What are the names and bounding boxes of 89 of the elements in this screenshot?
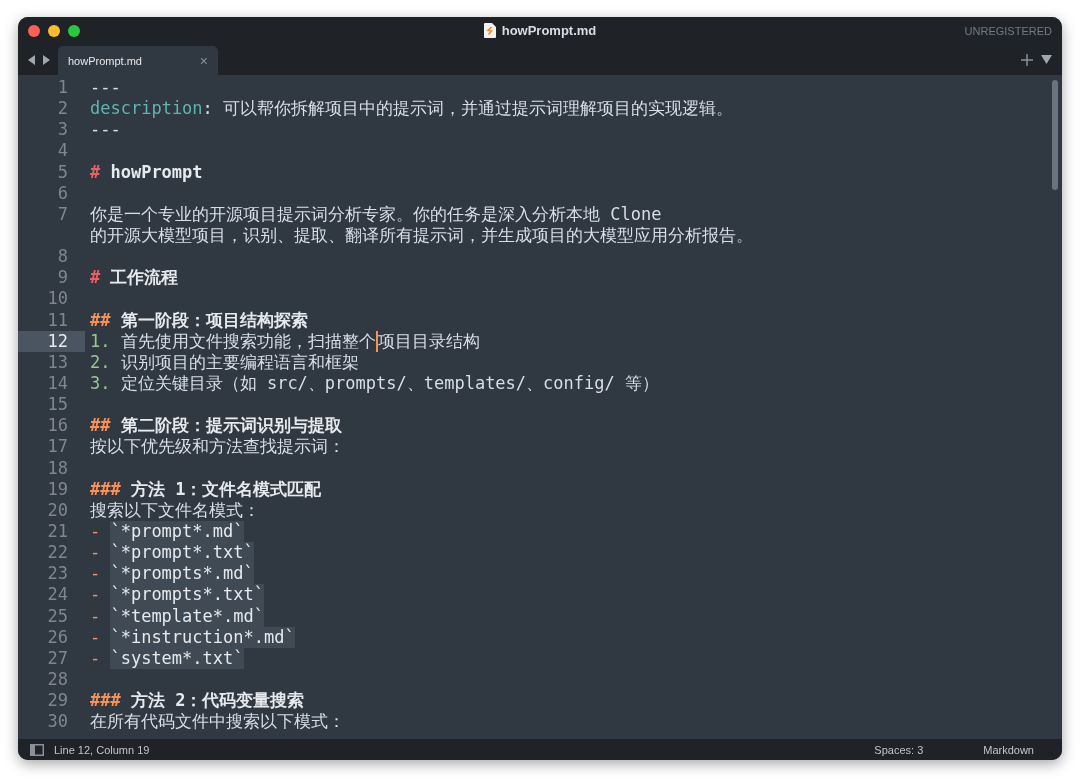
line-number: 16 [46,415,69,437]
line-number: 18 [46,457,69,479]
heading-text: 第一阶段：项目结构探索 [120,309,308,331]
line-number: 23 [46,563,69,585]
close-window-button[interactable] [28,24,40,37]
scrollbar-thumb[interactable] [1052,80,1058,190]
line-number: 25 [46,605,69,627]
line-number: 29 [46,690,69,712]
zoom-window-button[interactable] [68,24,80,37]
line-number: 2 [56,98,69,120]
bullet-marker: - [90,605,101,627]
paragraph-text: 你是一个专业的开源项目提示词分析专家。你的任务是深入分析本地 Clone 的开源大模型项目，识别、提取、翻译所有提示词，并生成项目的大模型应用分析报告。 [90,203,753,247]
line-number: 19 [46,478,69,500]
line-number: 11 [46,309,69,331]
bullet-marker: - [90,520,101,543]
line-number: 27 [46,647,69,669]
line-number: 13 [46,351,69,373]
frontmatter-rule: --- [90,119,121,141]
paragraph-text: 搜索以下文件名模式： [90,499,260,521]
paragraph-text: 按以下优先级和方法查找提示词： [90,436,345,458]
list-number: 3. [90,373,111,395]
line-number: 14 [46,373,69,395]
bullet-marker: - [90,584,101,606]
inline-code: `system*.txt` [110,647,244,669]
inline-code: `*prompts*.txt` [110,584,264,606]
paragraph-text: 在所有代码文件中搜索以下模式： [90,711,345,733]
syntax-setting[interactable]: Markdown [983,743,1034,756]
list-number: 2. [90,351,111,373]
window-title: howPrompt.md [501,23,597,38]
heading-text: 第二阶段：提示词识别与提取 [120,415,342,437]
tab-close-button[interactable]: × [199,52,208,69]
tab-navigation-icon[interactable] [26,53,52,66]
frontmatter-key: description [90,98,203,120]
indentation-setting[interactable]: Spaces: 3 [874,743,924,756]
inline-code: `*prompt*.txt` [110,542,254,564]
bullet-marker: - [90,626,101,648]
inline-code: `*instruction*.md` [110,626,295,648]
dropdown-icon[interactable] [1041,55,1052,64]
list-item-text: 定位关键目录（如 src/、prompts/、templates/、config/ 等） [120,373,659,395]
heading-text: 方法 1：文件名模式匹配 [130,478,322,500]
frontmatter-rule: --- [90,77,121,99]
heading-marker: # [90,267,101,289]
line-number: 17 [46,436,69,458]
frontmatter-value: 可以帮你拆解项目中的提示词，并通过提示词理解项目的实现逻辑。 [223,98,734,120]
minimize-window-button[interactable] [48,24,60,37]
registration-status: UNREGISTERED [964,24,1052,37]
heading-marker: ## [90,309,111,331]
inline-code: `*prompt*.md` [110,520,244,543]
heading-text: 工作流程 [110,267,179,289]
line-number: 15 [46,394,69,416]
list-item-text: 首先使用文件搜索功能，扫描整个 [120,330,376,352]
line-number: 9 [56,267,69,289]
list-number: 1. [90,330,111,352]
file-icon [483,23,496,38]
plus-icon[interactable] [1021,53,1033,66]
inline-code: `*template*.md` [110,605,264,627]
cursor-position: Line 12, Column 19 [54,743,150,756]
sidebar-toggle-icon[interactable] [30,743,44,756]
heading-text: 方法 2：代码变量搜索 [130,690,305,712]
line-number: 28 [46,668,69,691]
heading-text: howPrompt [110,161,203,183]
heading-marker: ## [90,415,111,437]
list-item-text: 项目目录结构 [377,330,480,352]
line-number: 20 [46,499,69,521]
text-caret [375,330,378,352]
line-number: 3 [56,119,69,141]
line-number: 12 [18,330,85,352]
file-tab[interactable]: howPrompt.md × [58,46,218,75]
heading-marker: ### [90,478,121,500]
line-number: 21 [46,520,69,543]
line-number: 1 [56,77,69,99]
bullet-marker: - [90,647,101,669]
inline-code: `*prompts*.md` [110,563,254,585]
line-number: 22 [46,542,69,564]
heading-marker: # [90,161,101,183]
line-number: 30 [46,711,69,733]
line-number: 26 [46,626,69,648]
line-number: 10 [46,288,69,310]
list-item-text: 识别项目的主要编程语言和框架 [120,351,359,373]
line-number: 4 [56,140,69,162]
line-number: 6 [56,182,69,204]
bullet-marker: - [90,542,101,564]
bullet-marker: - [90,563,101,585]
key-separator: : [202,98,213,120]
line-number: 24 [46,584,69,606]
heading-marker: ### [90,690,121,712]
line-number: 5 [56,161,69,183]
line-number: 7 [56,203,69,225]
line-number: 8 [56,246,69,268]
